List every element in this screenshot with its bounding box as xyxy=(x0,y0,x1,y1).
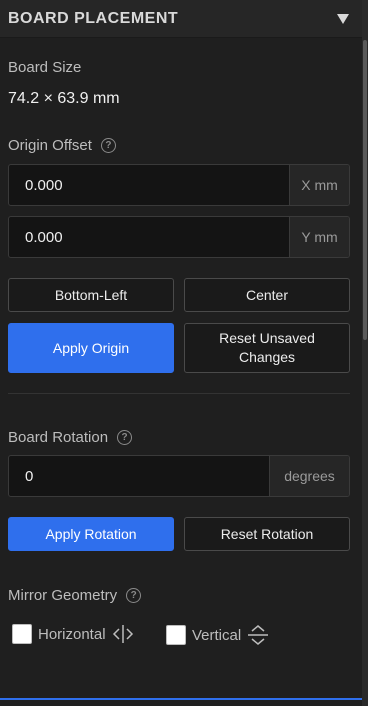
rotation-unit: degrees xyxy=(269,456,349,496)
center-button[interactable]: Center xyxy=(184,278,350,312)
origin-x-field: X mm xyxy=(8,164,350,206)
rotation-input[interactable] xyxy=(9,456,269,496)
origin-y-field: Y mm xyxy=(8,216,350,258)
board-size-value: 74.2 × 63.9 mm xyxy=(8,90,120,107)
panel-header[interactable]: BOARD PLACEMENT xyxy=(0,0,362,38)
origin-x-unit: X mm xyxy=(289,165,349,205)
scrollbar-track[interactable] xyxy=(362,0,368,706)
vertical-label: Vertical xyxy=(192,626,242,644)
help-icon[interactable]: ? xyxy=(100,138,116,153)
panel-title: BOARD PLACEMENT xyxy=(8,9,179,27)
board-rotation-label-text: Board Rotation xyxy=(8,429,109,446)
origin-offset-label-text: Origin Offset xyxy=(8,137,92,154)
origin-y-input[interactable] xyxy=(9,217,289,257)
origin-x-input[interactable] xyxy=(9,165,289,205)
apply-rotation-button[interactable]: Apply Rotation xyxy=(8,517,174,551)
scrollbar-thumb[interactable] xyxy=(363,40,367,340)
flip-horizontal-icon xyxy=(112,624,134,644)
horizontal-checkbox[interactable] xyxy=(12,624,32,644)
triangle-down-icon[interactable] xyxy=(336,12,350,26)
mirror-geometry-label: Mirror Geometry ? xyxy=(8,587,142,604)
board-rotation-label: Board Rotation ? xyxy=(8,429,133,446)
origin-offset-label: Origin Offset ? xyxy=(8,137,116,154)
panel-bottom-accent xyxy=(0,698,362,700)
mirror-geometry-label-text: Mirror Geometry xyxy=(8,587,118,604)
bottom-left-button[interactable]: Bottom-Left xyxy=(8,278,174,312)
mirror-vertical-option[interactable]: Vertical xyxy=(166,624,269,646)
origin-y-unit: Y mm xyxy=(289,217,349,257)
section-divider xyxy=(8,393,350,394)
rotation-field: degrees xyxy=(8,455,350,497)
horizontal-label: Horizontal xyxy=(38,625,106,643)
reset-unsaved-changes-button[interactable]: Reset Unsaved Changes xyxy=(184,323,350,373)
board-size-label-text: Board Size xyxy=(8,59,82,76)
help-icon[interactable]: ? xyxy=(117,430,133,445)
apply-origin-button[interactable]: Apply Origin xyxy=(8,323,174,373)
flip-vertical-icon xyxy=(247,624,269,646)
reset-rotation-button[interactable]: Reset Rotation xyxy=(184,517,350,551)
board-size-label: Board Size xyxy=(8,59,81,76)
vertical-checkbox[interactable] xyxy=(166,625,186,645)
board-placement-panel: BOARD PLACEMENT Board Size 74.2 × 63.9 m… xyxy=(0,0,362,706)
mirror-horizontal-option[interactable]: Horizontal xyxy=(12,624,134,644)
help-icon[interactable]: ? xyxy=(126,588,142,603)
